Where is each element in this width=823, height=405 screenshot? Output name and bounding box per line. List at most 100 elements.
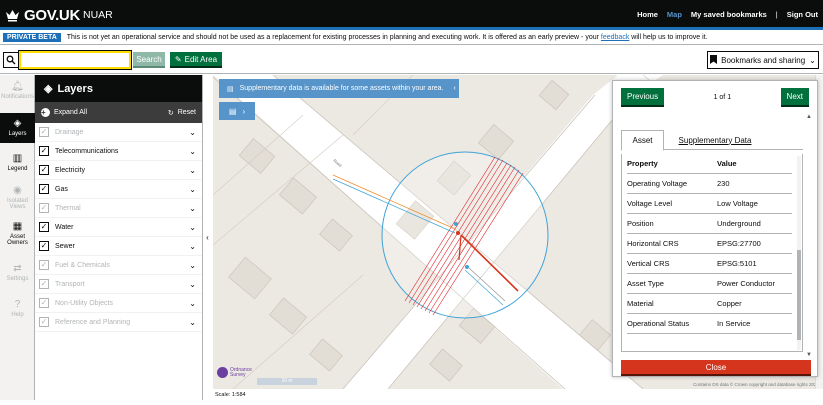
chevron-down-icon[interactable]: ⌄ [189,185,196,194]
service-name: NUAR [83,9,113,21]
search-button[interactable]: Search [133,52,165,68]
layers-title: Layers [57,82,93,95]
asset-node[interactable] [454,222,458,226]
chevron-down-icon[interactable]: ⌄ [189,223,196,232]
layer-row[interactable]: ✓ Drainage ⌄ [35,123,202,142]
top-navigation: Home Map My saved bookmarks | Sign Out [637,10,818,19]
layer-checkbox[interactable]: ✓ [39,184,49,194]
search-icon [3,52,19,68]
edit-area-label: Edit Area [184,54,218,64]
property-value: Copper [717,299,742,308]
chevron-down-icon[interactable]: ⌄ [189,166,196,175]
rail-help-label: Help [11,311,24,318]
tab-asset[interactable]: Asset [621,130,664,151]
chevron-right-icon: › [242,106,246,116]
search-input[interactable] [18,50,132,70]
supplementary-notice[interactable]: ▤ Supplementary data is available for so… [219,79,459,98]
layer-row[interactable]: ✓ Non-Utility Objects ⌄ [35,294,202,313]
layer-row[interactable]: ✓ Thermal ⌄ [35,199,202,218]
expand-all-label: Expand All [54,109,88,116]
rail-help[interactable]: ? Help [0,299,35,325]
chevron-down-icon[interactable]: ⌄ [189,261,196,270]
asset-node[interactable] [456,231,460,235]
layer-row[interactable]: ✓ Transport ⌄ [35,275,202,294]
layers-icon: ◈ [13,118,22,129]
chevron-down-icon[interactable]: ⌄ [189,318,196,327]
rail-owners-label: Asset Owners [7,233,28,247]
layer-checkbox[interactable]: ✓ [39,127,49,137]
govuk-logo[interactable]: GOV.UK NUAR [5,6,113,24]
edit-area-button[interactable]: ✎ Edit Area [170,52,222,68]
rail-isolated-views[interactable]: ◉ Isolated Views [0,185,35,217]
previous-button[interactable]: Previous [621,87,665,107]
layer-checkbox[interactable]: ✓ [39,165,49,175]
chevron-down-icon[interactable]: ⌄ [189,204,196,213]
chevron-down-icon[interactable]: ⌄ [189,299,196,308]
layers-actions: + Expand All ↻ Reset [35,102,202,123]
nav-home[interactable]: Home [637,10,658,19]
supplementary-toggle-button[interactable]: ▤ › [219,102,255,120]
layer-row[interactable]: ✓ Fuel & Chemicals ⌄ [35,256,202,275]
chevron-left-icon: ‹ [453,85,456,92]
layer-checkbox[interactable]: ✓ [39,203,49,213]
chevron-down-icon[interactable]: ⌄ [189,280,196,289]
beta-tag: PRIVATE BETA [3,33,61,42]
layer-checkbox[interactable]: ✓ [39,241,49,251]
layer-row[interactable]: ✓ Sewer ⌄ [35,237,202,256]
panel-tabs: Asset Supplementary Data [621,130,803,151]
rail-asset-owners[interactable]: ▦ Asset Owners [0,221,35,253]
layer-label: Transport [55,280,85,288]
map-toolbar: Search ✎ Edit Area Bookmarks and sharing… [0,48,823,74]
layer-checkbox[interactable]: ✓ [39,260,49,270]
scroll-up-icon[interactable]: ▲ [806,114,812,120]
rail-isolated-label: Isolated Views [6,197,28,211]
reset-button[interactable]: ↻ Reset [168,109,196,117]
eye-icon: ◉ [13,185,22,196]
nav-map[interactable]: Map [667,10,682,19]
rail-legend[interactable]: ▥ Legend [0,153,35,179]
property-name: Operational Status [627,319,690,328]
layer-checkbox[interactable]: ✓ [39,317,49,327]
asset-node[interactable] [465,265,469,269]
layer-row[interactable]: ✓ Electricity ⌄ [35,161,202,180]
chevron-down-icon[interactable]: ⌄ [189,147,196,156]
property-name: Horizontal CRS [627,239,679,248]
chevron-down-icon[interactable]: ⌄ [189,128,196,137]
layer-label: Fuel & Chemicals [55,261,110,269]
rail-layers-label: Layers [8,130,27,137]
expand-all-button[interactable]: + Expand All [41,108,87,117]
feedback-link[interactable]: feedback [601,34,629,41]
layer-row[interactable]: ✓ Gas ⌄ [35,180,202,199]
legend-icon: ▥ [12,153,23,164]
rail-layers[interactable]: ◈ Layers [0,113,35,143]
close-button[interactable]: Close [621,360,811,376]
rail-notifications[interactable]: 🔔︎ Notifications [0,81,35,111]
table-row: Vertical CRS EPSG:5101 [627,254,792,274]
scale-bar: 20 m [257,378,317,385]
scroll-down-icon[interactable]: ▼ [806,352,812,358]
collapse-panel-handle[interactable]: ‹ [203,230,212,244]
layer-row[interactable]: ✓ Telecommunications ⌄ [35,142,202,161]
layer-checkbox[interactable]: ✓ [39,298,49,308]
layer-checkbox[interactable]: ✓ [39,222,49,232]
chevron-down-icon[interactable]: ⌄ [189,242,196,251]
layer-label: Non-Utility Objects [55,299,113,307]
layer-checkbox[interactable]: ✓ [39,146,49,156]
nav-saved-bookmarks[interactable]: My saved bookmarks [691,10,767,19]
bookmarks-sharing-button[interactable]: Bookmarks and sharing ⌄ [707,51,819,69]
table-row: Asset Type Power Conductor [627,274,792,294]
layers-icon: ◈ [44,83,53,95]
reset-icon: ↻ [167,109,174,117]
nav-sign-out[interactable]: Sign Out [787,10,818,19]
layer-checkbox[interactable]: ✓ [39,279,49,289]
tab-supplementary-data[interactable]: Supplementary Data [675,130,755,150]
layer-label: Electricity [55,166,85,174]
property-value: Power Conductor [717,279,775,288]
layer-row[interactable]: ✓ Water ⌄ [35,218,202,237]
layer-row[interactable]: ✓ Reference and Planning ⌄ [35,313,202,332]
table-row: Operating Voltage 230 [627,174,792,194]
rail-settings[interactable]: ⇄ Settings [0,263,35,289]
govuk-header: GOV.UK NUAR Home Map My saved bookmarks … [0,0,823,30]
table-scroll-thumb[interactable] [797,250,801,340]
next-button[interactable]: Next [780,87,809,107]
